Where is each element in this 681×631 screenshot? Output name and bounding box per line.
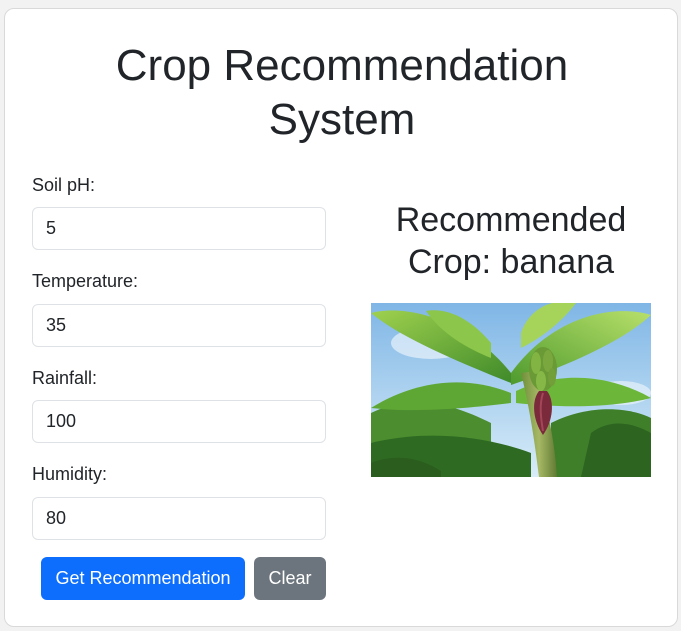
- clear-button[interactable]: Clear: [254, 557, 326, 600]
- result-line2: Crop: banana: [407, 243, 615, 281]
- temperature-input[interactable]: [32, 304, 326, 347]
- page-title-line1: Crop Recommendation: [115, 41, 569, 90]
- recommendation-card: Crop Recommendation System Soil pH: Temp…: [4, 8, 678, 627]
- result-line1: Recommended: [395, 201, 627, 239]
- page-title: Crop Recommendation System: [5, 39, 679, 147]
- soil-ph-input[interactable]: [32, 207, 326, 250]
- get-recommendation-button[interactable]: Get Recommendation: [41, 557, 245, 600]
- temperature-label: Temperature:: [32, 271, 139, 291]
- rainfall-label: Rainfall:: [32, 368, 98, 388]
- rainfall-input[interactable]: [32, 400, 326, 443]
- recommendation-result: Recommended Crop: banana: [371, 199, 651, 283]
- soil-ph-label: Soil pH:: [32, 175, 96, 195]
- humidity-input[interactable]: [32, 497, 326, 540]
- page-title-line2: System: [268, 95, 416, 144]
- humidity-label: Humidity:: [32, 464, 108, 484]
- banana-crop-image: [371, 303, 651, 477]
